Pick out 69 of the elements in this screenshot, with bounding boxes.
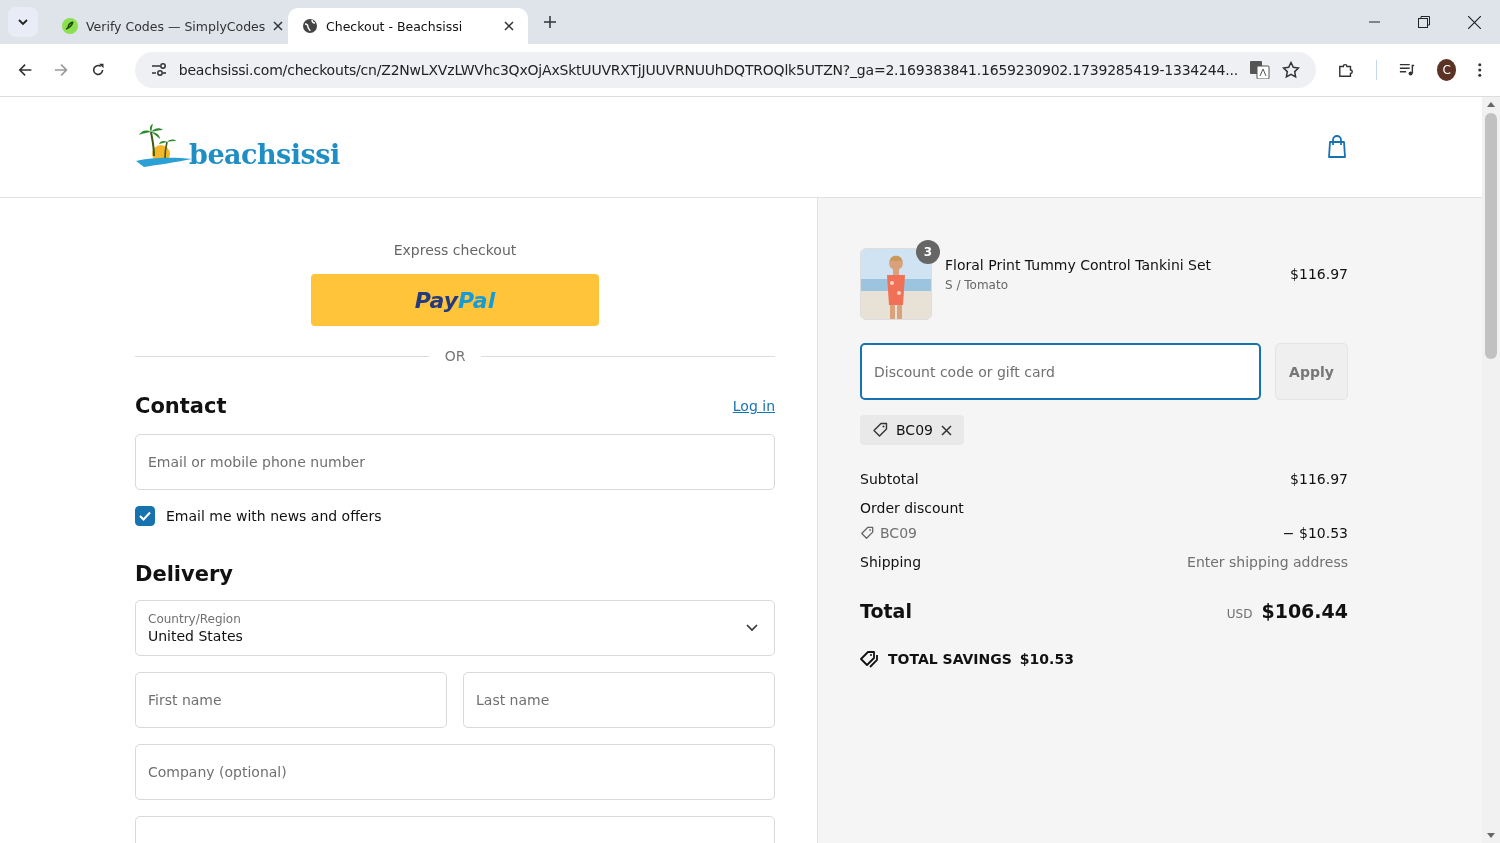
globe-icon <box>302 18 318 34</box>
summary-value: Enter shipping address <box>1187 554 1348 570</box>
checkbox-label: Email me with news and offers <box>166 508 382 524</box>
product-price: $116.97 <box>1290 266 1348 282</box>
close-icon[interactable] <box>1468 15 1481 29</box>
scrollbar-thumb[interactable] <box>1485 113 1497 359</box>
reload-icon[interactable] <box>90 62 105 78</box>
last-name-field[interactable]: Last name <box>463 672 775 728</box>
summary-label: Shipping <box>860 554 922 570</box>
star-icon[interactable] <box>1281 61 1300 79</box>
apply-button[interactable]: Apply <box>1275 343 1348 400</box>
quantity-badge: 3 <box>916 240 940 264</box>
tags-icon <box>860 650 880 668</box>
summary-value: − $10.53 <box>1282 525 1348 541</box>
scroll-up-icon[interactable] <box>1487 102 1495 107</box>
logo-text: beachsissi <box>189 139 340 170</box>
discount-code: BC09 <box>880 525 917 541</box>
country-select[interactable]: Country/Region United States <box>135 600 775 656</box>
media-icon[interactable] <box>1398 62 1415 78</box>
section-heading: Delivery <box>135 562 235 586</box>
discount-code-field[interactable]: Discount code or gift card <box>860 343 1261 400</box>
currency-code: USD <box>1226 607 1253 621</box>
store-logo[interactable]: beachsissi <box>135 124 340 170</box>
puzzle-icon[interactable] <box>1337 61 1354 79</box>
first-name-field[interactable]: First name <box>135 672 447 728</box>
new-tab-icon[interactable] <box>544 16 556 28</box>
summary-value: $116.97 <box>1290 471 1348 487</box>
checkbox[interactable] <box>135 506 155 526</box>
chevron-down-icon <box>746 624 758 632</box>
more-icon[interactable] <box>1478 62 1483 78</box>
chevron-down-icon <box>17 16 29 28</box>
discount-code: BC09 <box>896 422 933 438</box>
product-variant: S / Tomato <box>945 277 1009 292</box>
close-icon[interactable] <box>273 21 284 31</box>
or-divider-text: OR <box>444 348 466 364</box>
tag-icon <box>860 526 874 540</box>
checkmark-icon <box>139 511 151 521</box>
email-field[interactable]: Email or mobile phone number <box>135 434 775 490</box>
remove-icon[interactable] <box>940 424 952 436</box>
address-bar[interactable]: beachsissi.com/checkouts/cn/Z2NwLXVzLWVhc3QxOjAxSktUUVRXTjJUUVRNUUhDQTROQlk5UTZN?_ga=2.169383841.1659230902.1739285419-1334244... <box>134 52 1316 88</box>
total-amount: $106.44 <box>1261 600 1348 622</box>
profile-avatar[interactable]: C <box>1436 59 1457 81</box>
summary-label: Order discount <box>860 500 965 516</box>
tab-search-button[interactable] <box>8 7 38 37</box>
savings-amount: $10.53 <box>1019 651 1074 667</box>
summary-label: Subtotal <box>860 471 919 487</box>
forward-icon[interactable] <box>54 62 69 78</box>
tab-title: Checkout - Beachsissi <box>326 18 464 34</box>
leaf-icon <box>62 18 78 34</box>
site-settings-icon[interactable] <box>150 63 167 77</box>
url-text: beachsissi.com/checkouts/cn/Z2NwLXVzLWVhc3QxOjAxSktUUVRXTjJUUVRNUUhDQTROQlk5UTZN?_ga=2.169383841.1659230902.1739285419-1334244... <box>178 62 1238 78</box>
browser-tab[interactable]: Checkout - Beachsissi <box>288 8 528 44</box>
scroll-down-icon[interactable] <box>1487 833 1495 838</box>
browser-tab[interactable]: Verify Codes — SimplyCodes <box>48 8 288 44</box>
shopping-bag-icon[interactable] <box>1327 135 1347 159</box>
login-link[interactable]: Log in <box>732 398 775 414</box>
company-field[interactable]: Company (optional) <box>135 744 775 800</box>
tag-icon <box>872 422 888 438</box>
product-name: Floral Print Tummy Control Tankini Set <box>945 256 1213 273</box>
tab-title: Verify Codes — SimplyCodes <box>86 18 266 34</box>
express-checkout-label: Express checkout <box>393 242 517 258</box>
section-heading: Contact <box>135 394 227 418</box>
back-icon[interactable] <box>18 62 33 78</box>
restore-icon[interactable] <box>1418 16 1430 28</box>
savings-label: TOTAL SAVINGS <box>888 651 1012 667</box>
translate-icon[interactable] <box>1249 61 1270 79</box>
close-icon[interactable] <box>504 21 514 31</box>
paypal-button[interactable]: PayPal <box>311 274 599 326</box>
total-label: Total <box>860 600 912 622</box>
